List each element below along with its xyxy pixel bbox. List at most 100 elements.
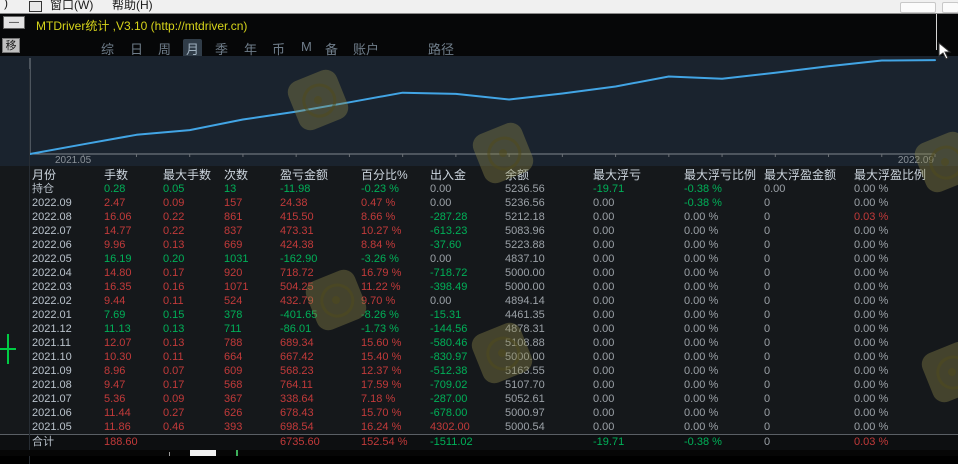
cell: 473.31 bbox=[280, 224, 314, 238]
cell: 626 bbox=[224, 406, 242, 420]
table-row[interactable]: 2021.1112.070.13788689.3415.60 %-580.465… bbox=[0, 336, 958, 350]
cell: 0.00 bbox=[593, 350, 614, 364]
window-title: MTDriver统计 ,V3.10 (http://mtdriver.cn) bbox=[36, 17, 247, 34]
cell: 10.30 bbox=[104, 350, 132, 364]
parent-toolbar-button-2[interactable] bbox=[942, 2, 958, 13]
cell: 0 bbox=[764, 406, 770, 420]
cell: 4894.14 bbox=[505, 294, 545, 308]
row-month: 合计 bbox=[32, 435, 54, 449]
table-row[interactable]: 2021.089.470.17568764.1117.59 %-709.0251… bbox=[0, 378, 958, 392]
total-row[interactable]: 合计188.606735.60152.54 %-1511.02-19.71-0.… bbox=[0, 434, 958, 451]
table-row[interactable]: 2021.075.360.09367338.647.18 %-287.00505… bbox=[0, 392, 958, 406]
window-edge-line bbox=[936, 14, 937, 50]
cell: 11.13 bbox=[104, 322, 131, 336]
monthly-stats-table: 月份手数最大手数次数盈亏金额百分比%出入金余额最大浮亏最大浮亏比例最大浮盈金额最… bbox=[0, 166, 958, 456]
cell: 0.00 % bbox=[854, 252, 888, 266]
cell: -1511.02 bbox=[430, 435, 473, 449]
table-row[interactable]: 2022.0414.800.17920718.7216.79 %-718.725… bbox=[0, 266, 958, 280]
cell: 0.00 % bbox=[854, 182, 888, 196]
row-month: 2022.08 bbox=[32, 210, 72, 224]
cell: 669 bbox=[224, 238, 242, 252]
row-month: 2022.05 bbox=[32, 252, 72, 266]
scroll-thumb[interactable] bbox=[190, 450, 216, 456]
table-row[interactable]: 持仓0.280.0513-11.98-0.23 %0.005236.56-19.… bbox=[0, 182, 958, 196]
cell: 0.00 % bbox=[854, 280, 888, 294]
cell: 0.22 bbox=[163, 224, 184, 238]
cell: 0 bbox=[764, 224, 770, 238]
column-header-4: 次数 bbox=[224, 168, 248, 182]
cell: 0.00 bbox=[593, 266, 614, 280]
cell: 0.00 bbox=[593, 378, 614, 392]
cell: -19.71 bbox=[593, 182, 624, 196]
table-row[interactable]: 2022.0516.190.201031-162.90-3.26 %0.0048… bbox=[0, 252, 958, 266]
cell: 0 bbox=[764, 308, 770, 322]
cell: 0.00 % bbox=[854, 322, 888, 336]
cell: 16.24 % bbox=[361, 420, 401, 434]
table-row[interactable]: 2022.029.440.11524432.799.70 %0.004894.1… bbox=[0, 294, 958, 308]
table-header-row: 月份手数最大手数次数盈亏金额百分比%出入金余额最大浮亏最大浮亏比例最大浮盈金额最… bbox=[0, 168, 958, 182]
cell: 0.00 % bbox=[684, 406, 718, 420]
cell: 5223.88 bbox=[505, 238, 545, 252]
cell: 0.00 bbox=[593, 392, 614, 406]
minimize-button[interactable]: — bbox=[3, 16, 25, 29]
cell: 0 bbox=[764, 378, 770, 392]
column-header-12: 最大浮盈比例 bbox=[854, 168, 926, 182]
table-row[interactable]: 2022.092.470.0915724.380.47 %0.005236.56… bbox=[0, 196, 958, 210]
cell: 5108.88 bbox=[505, 336, 545, 350]
parent-menu-item-2[interactable]: 帮助(H) bbox=[112, 0, 153, 13]
cell: 0.00 % bbox=[684, 266, 718, 280]
cell: 0.00 % bbox=[854, 266, 888, 280]
table-row[interactable]: 2021.098.960.07609568.2312.37 %-512.3851… bbox=[0, 364, 958, 378]
table-row[interactable]: 2022.0714.770.22837473.3110.27 %-613.235… bbox=[0, 224, 958, 238]
cell: 718.72 bbox=[280, 266, 314, 280]
cell: 0.05 bbox=[163, 182, 184, 196]
cell: -0.38 % bbox=[684, 182, 722, 196]
column-header-8: 余额 bbox=[505, 168, 529, 182]
cell: 9.70 % bbox=[361, 294, 395, 308]
table-row[interactable]: 2022.017.690.15378-401.65-8.26 %-15.3144… bbox=[0, 308, 958, 322]
table-row[interactable]: 2021.0611.440.27626678.4315.70 %-678.005… bbox=[0, 406, 958, 420]
cell: 12.07 bbox=[104, 336, 132, 350]
cell: 0.00 % bbox=[854, 406, 888, 420]
table-row[interactable]: 2021.1010.300.11664667.4215.40 %-830.975… bbox=[0, 350, 958, 364]
cell: 367 bbox=[224, 392, 242, 406]
table-row[interactable]: 2022.0316.350.161071504.2511.22 %-398.49… bbox=[0, 280, 958, 294]
cell: 5083.96 bbox=[505, 224, 545, 238]
table-row[interactable]: 2021.0511.860.46393698.5416.24 %4302.005… bbox=[0, 420, 958, 434]
row-month: 2021.12 bbox=[32, 322, 72, 336]
cell: 13 bbox=[224, 182, 236, 196]
cell: 0.00 % bbox=[854, 378, 888, 392]
table-row[interactable]: 2022.069.960.13669424.388.84 %-37.605223… bbox=[0, 238, 958, 252]
cell: 0 bbox=[764, 280, 770, 294]
cell: -398.49 bbox=[430, 280, 467, 294]
menu-item-8[interactable]: M bbox=[298, 39, 315, 54]
side-button-1[interactable]: 移 bbox=[2, 38, 20, 53]
cell: 5236.56 bbox=[505, 196, 545, 210]
table-row[interactable]: 2021.1211.130.13711-86.01-1.73 %-144.564… bbox=[0, 322, 958, 336]
table-row[interactable]: 2022.0816.060.22861415.508.66 %-287.2852… bbox=[0, 210, 958, 224]
cell: -8.26 % bbox=[361, 308, 399, 322]
cell: -0.23 % bbox=[361, 182, 399, 196]
cell: 0.27 bbox=[163, 406, 184, 420]
row-month: 2021.07 bbox=[32, 392, 72, 406]
cell: 16.19 bbox=[104, 252, 132, 266]
cell: 0 bbox=[764, 238, 770, 252]
cell: 0.13 bbox=[163, 336, 184, 350]
screen: { "parent_menubar": { "items": [ {"label… bbox=[0, 0, 958, 456]
cell: 8.96 bbox=[104, 364, 125, 378]
cell: 5000.54 bbox=[505, 420, 545, 434]
cell: 0.00 % bbox=[684, 294, 718, 308]
cell: 12.37 % bbox=[361, 364, 401, 378]
cell: 5000.00 bbox=[505, 266, 545, 280]
cell: 0.00 bbox=[593, 308, 614, 322]
cell: 0.00 bbox=[593, 364, 614, 378]
parent-menu-item-1[interactable]: 窗口(W) bbox=[50, 0, 93, 13]
cell: 0.13 bbox=[163, 322, 184, 336]
cell: 0.00 % bbox=[854, 294, 888, 308]
parent-toolbar-button[interactable] bbox=[900, 2, 936, 13]
stats-menubar: 综日周月季年币M备账户路径 bbox=[0, 36, 958, 56]
cell: 711 bbox=[224, 322, 242, 336]
cell: -709.02 bbox=[430, 378, 467, 392]
cell: 0.00 % bbox=[854, 350, 888, 364]
cell: 0 bbox=[764, 294, 770, 308]
